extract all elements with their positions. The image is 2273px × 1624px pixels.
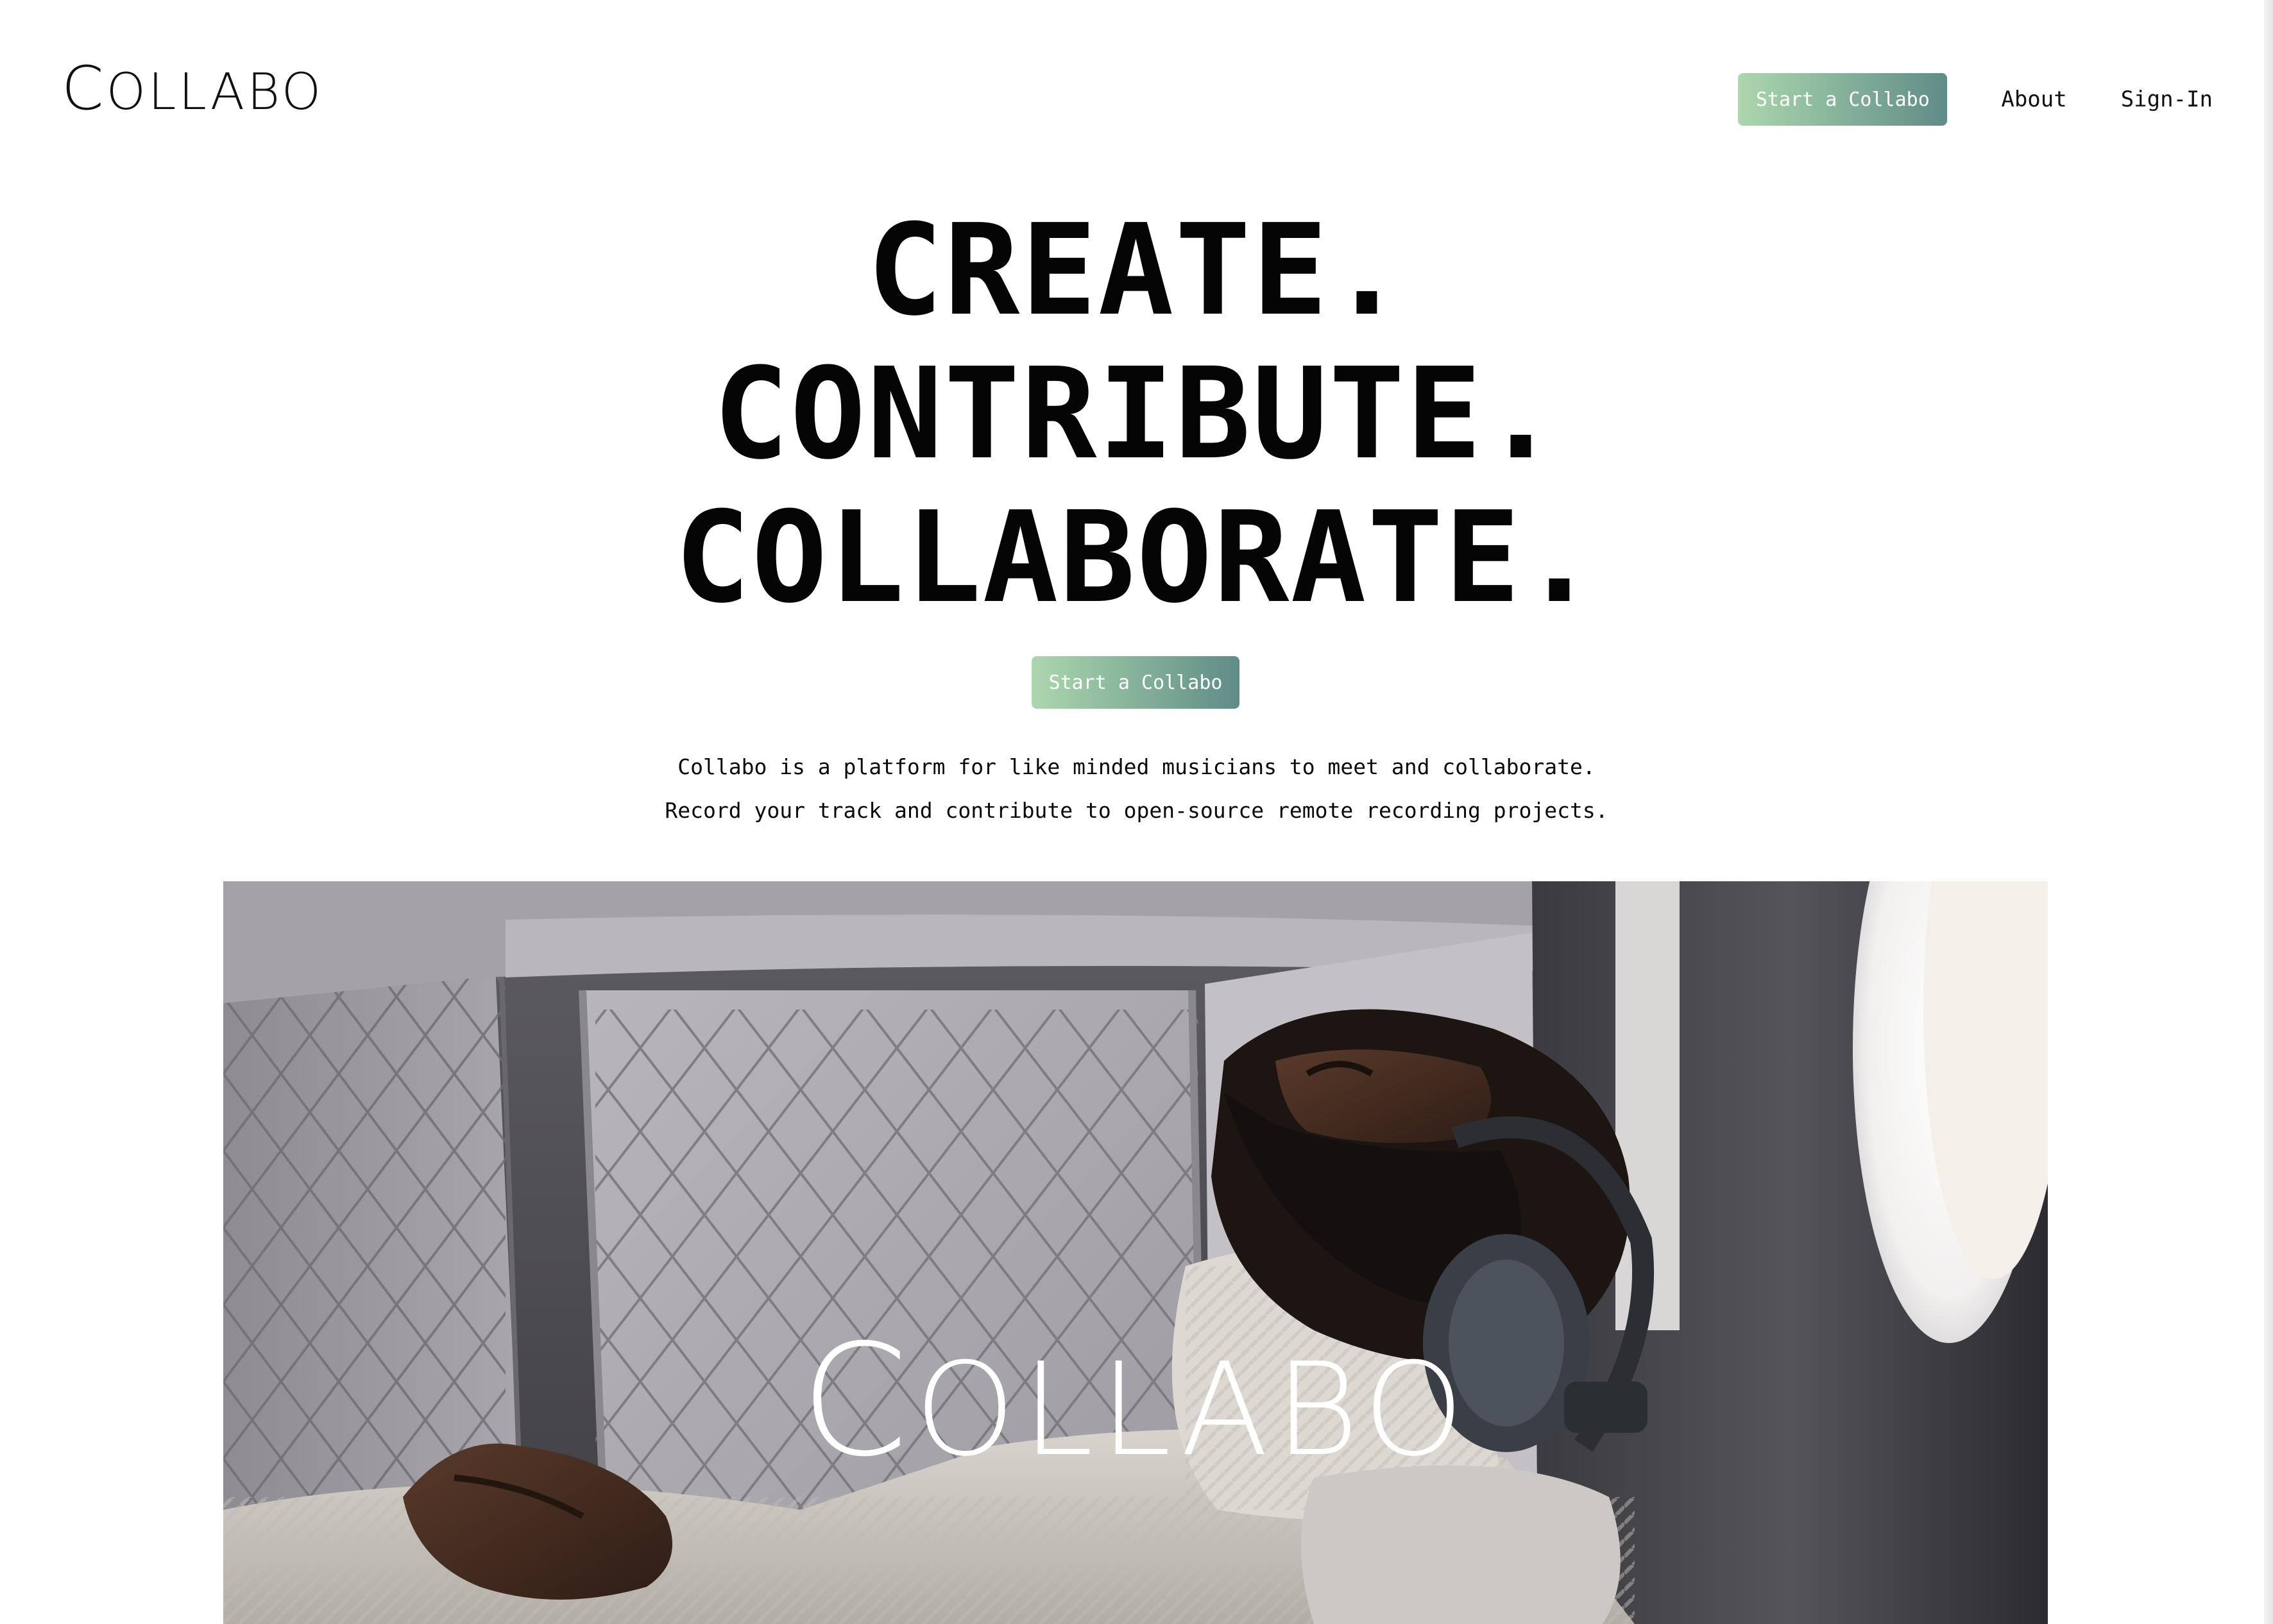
nav-about-link[interactable]: About <box>2001 87 2066 112</box>
hero-photo-overlay-logo: COLLABO <box>800 1311 1471 1491</box>
hero-description-line-2: Record your track and contribute to open… <box>665 798 1608 823</box>
site-header: COLLABO Start a Collabo About Sign-In <box>0 0 2273 167</box>
hero-start-collabo-button[interactable]: Start a Collabo <box>1032 656 1239 709</box>
collabo-logo[interactable]: COLLABO <box>62 59 323 119</box>
nav-start-collabo-button[interactable]: Start a Collabo <box>1738 73 1948 126</box>
hero-headline: CREATE. CONTRIBUTE. COLLABORATE. <box>0 199 2273 630</box>
hero-headline-line-3: COLLABORATE. <box>674 485 1599 631</box>
hero-description-line-1: Collabo is a platform for like minded mu… <box>677 754 1596 779</box>
hero-photo: COLLABO <box>223 881 2048 1624</box>
nav-signin-link[interactable]: Sign-In <box>2121 87 2213 112</box>
hero-description: Collabo is a platform for like minded mu… <box>0 745 2273 833</box>
hero-headline-line-1: CREATE. <box>867 198 1406 344</box>
hero-headline-line-2: CONTRIBUTE. <box>713 341 1560 487</box>
top-nav: Start a Collabo About Sign-In <box>1738 73 2213 126</box>
hero-photo-illustration <box>223 881 2048 1624</box>
